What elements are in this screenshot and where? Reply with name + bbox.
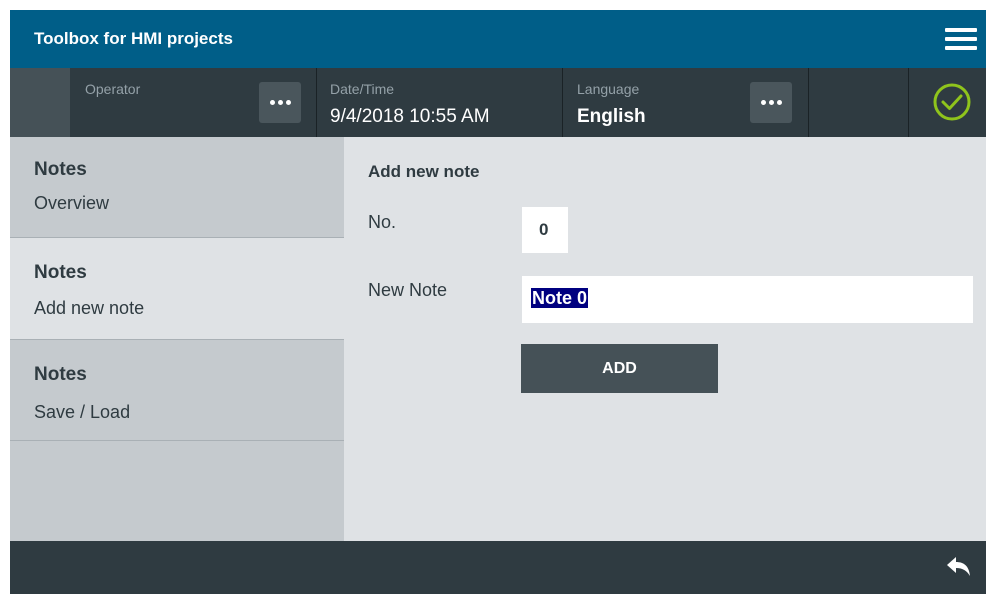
sidebar-item-title: Notes xyxy=(34,159,87,180)
datetime-label: Date/Time xyxy=(330,81,395,97)
back-arrow-icon[interactable] xyxy=(946,556,972,578)
separator xyxy=(316,68,317,137)
menu-button[interactable] xyxy=(928,10,986,68)
separator xyxy=(562,68,563,137)
sidebar-item-title: Notes xyxy=(34,262,87,283)
datetime-value: 9/4/2018 10:55 AM xyxy=(330,106,490,127)
no-label: No. xyxy=(368,212,397,232)
new-note-input[interactable]: Note 0 xyxy=(522,276,973,323)
title-bar: Toolbox for HMI projects xyxy=(10,10,986,68)
content-area: Add new note No. 0 New Note Note 0 ADD xyxy=(344,137,986,541)
separator xyxy=(908,68,909,137)
status-bar: Operator Date/Time 9/4/2018 10:55 AM Lan… xyxy=(10,68,986,137)
sidebar-item-overview[interactable]: Notes Overview xyxy=(10,137,344,238)
separator xyxy=(808,68,809,137)
note-number-field[interactable]: 0 xyxy=(522,207,568,253)
section-title: Add new note xyxy=(368,162,480,181)
user-image xyxy=(10,68,70,137)
operator-label: Operator xyxy=(85,81,141,97)
new-note-label: New Note xyxy=(368,280,448,300)
add-button[interactable]: ADD xyxy=(521,344,718,393)
check-circle-icon[interactable] xyxy=(932,82,972,122)
sidebar-item-save-load[interactable]: Notes Save / Load xyxy=(10,340,344,441)
sidebar-item-label: Add new note xyxy=(34,298,145,318)
language-value: English xyxy=(577,106,646,127)
sidebar: Notes Overview Notes Add new note Notes … xyxy=(10,137,344,541)
sidebar-item-title: Notes xyxy=(34,364,87,385)
sidebar-item-label: Overview xyxy=(34,193,110,213)
operator-more-button[interactable] xyxy=(259,82,301,123)
language-more-button[interactable] xyxy=(750,82,792,123)
language-label: Language xyxy=(577,81,640,97)
footer-bar xyxy=(10,541,986,594)
app-title: Toolbox for HMI projects xyxy=(34,29,233,48)
sidebar-item-label: Save / Load xyxy=(34,402,131,422)
sidebar-item-add-new-note[interactable]: Notes Add new note xyxy=(10,238,344,340)
new-note-value: Note 0 xyxy=(531,288,589,308)
